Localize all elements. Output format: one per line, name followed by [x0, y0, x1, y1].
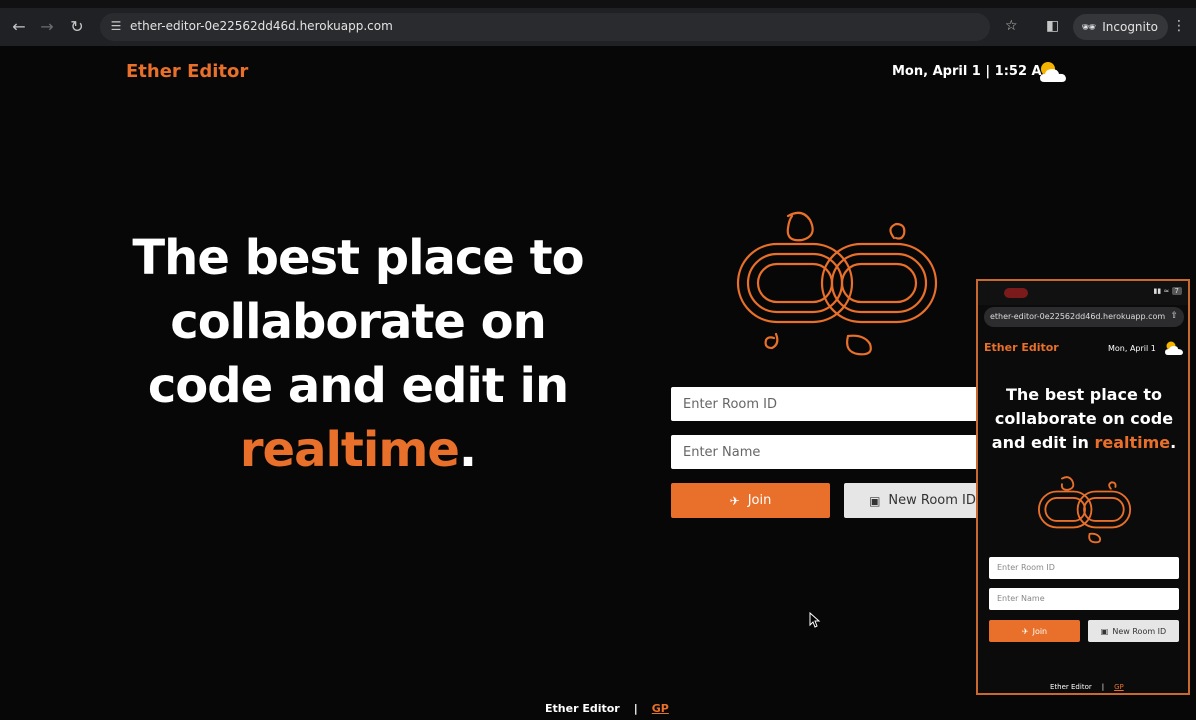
weather-partly-cloudy-icon: [1040, 62, 1066, 82]
phone-status-bar: ▮▮ ≈ 7: [978, 281, 1188, 305]
page-footer: Ether Editor | GP: [545, 702, 669, 715]
address-url[interactable]: ether-editor-0e22562dd46d.herokuapp.com: [130, 19, 393, 33]
phone-headline-line-3: and edit in realtime.: [984, 431, 1184, 455]
phone-footer-brand: Ether Editor: [1050, 683, 1092, 691]
phone-weather-icon: [1165, 341, 1183, 355]
new-room-label: New Room ID: [888, 493, 976, 508]
hero-line-3: code and edit in: [147, 358, 569, 414]
join-icon: ✈: [729, 493, 740, 508]
incognito-badge[interactable]: 🕶 Incognito: [1073, 14, 1168, 40]
room-id-input[interactable]: [671, 387, 1001, 421]
new-room-icon: ▣: [869, 493, 881, 508]
browser-toolbar: ← → ↻ ☰ ether-editor-0e22562dd46d.heroku…: [0, 0, 1196, 46]
phone-footer-sep: |: [1101, 683, 1105, 691]
join-label: Join: [747, 493, 772, 508]
phone-footer: Ether Editor | GP: [1050, 683, 1124, 691]
hero-punct: .: [458, 422, 477, 478]
phone-headline-line-3-text: and edit in: [991, 433, 1089, 452]
phone-date: Mon, April 1: [1108, 344, 1156, 353]
incognito-label: Incognito: [1102, 20, 1158, 34]
phone-join-button[interactable]: ✈ Join: [989, 620, 1080, 642]
phone-highlight: realtime: [1094, 433, 1171, 452]
signal-icon: ▮▮: [1153, 287, 1162, 295]
battery-level: 7: [1171, 287, 1182, 295]
phone-join-icon: ✈: [1021, 626, 1029, 636]
hero-highlight: realtime: [239, 422, 460, 478]
reload-icon[interactable]: ↻: [66, 16, 88, 38]
phone-url[interactable]: ether-editor-0e22562dd46d.herokuapp.com: [990, 312, 1165, 321]
phone-new-room-button[interactable]: ▣ New Room ID: [1088, 620, 1179, 642]
browser-menu-icon[interactable]: ⋮: [1172, 17, 1186, 35]
phone-new-room-icon: ▣: [1100, 626, 1109, 636]
incognito-icon: 🕶: [1081, 20, 1097, 34]
join-button[interactable]: ✈ Join: [671, 483, 830, 518]
footer-gp-link[interactable]: GP: [652, 702, 669, 715]
back-arrow-icon[interactable]: ←: [8, 16, 30, 38]
phone-headline-line-1: The best place to: [1005, 385, 1163, 404]
phone-footer-gp-link[interactable]: GP: [1114, 683, 1124, 691]
site-settings-icon[interactable]: ☰: [108, 18, 124, 34]
phone-status-icons: ▮▮ ≈ 7: [1153, 287, 1182, 295]
phone-punct: .: [1170, 433, 1177, 452]
bookmark-star-icon[interactable]: ☆: [1005, 17, 1018, 35]
phone-chain-logo: [1038, 476, 1132, 544]
footer-separator: |: [633, 702, 638, 715]
phone-brand[interactable]: Ether Editor: [984, 341, 1059, 354]
phone-headline-line-2: collaborate on code: [994, 409, 1174, 428]
wifi-icon: ≈: [1163, 287, 1170, 295]
recording-indicator: [1004, 288, 1028, 298]
chain-link-logo: [736, 211, 938, 356]
mobile-preview: ▮▮ ≈ 7 ether-editor-0e22562dd46d.herokua…: [976, 279, 1190, 695]
hero-line-2: collaborate on: [170, 294, 546, 350]
forward-arrow-icon[interactable]: →: [36, 16, 58, 38]
phone-join-label: Join: [1032, 626, 1048, 636]
footer-brand: Ether Editor: [545, 702, 620, 715]
phone-new-room-label: New Room ID: [1112, 626, 1167, 636]
hero-headline: The best place to collaborate on code an…: [118, 226, 598, 482]
address-bar[interactable]: ☰ ether-editor-0e22562dd46d.herokuapp.co…: [100, 13, 990, 41]
datetime-display: Mon, April 1 | 1:52 AM: [892, 64, 1055, 79]
side-panel-icon[interactable]: ◧: [1046, 17, 1059, 35]
hero-line-4: realtime.: [118, 418, 598, 482]
phone-address-bar[interactable]: ether-editor-0e22562dd46d.herokuapp.com …: [984, 307, 1184, 327]
site-brand[interactable]: Ether Editor: [126, 61, 248, 82]
phone-name-input[interactable]: Enter Name: [989, 588, 1179, 610]
name-input[interactable]: [671, 435, 1001, 469]
phone-headline: The best place to collaborate on code an…: [984, 383, 1184, 455]
share-icon[interactable]: ⇧: [1170, 311, 1178, 321]
mouse-cursor-icon: [809, 612, 821, 628]
phone-room-id-input[interactable]: Enter Room ID: [989, 557, 1179, 579]
tab-strip: [0, 0, 1196, 8]
hero-line-1: The best place to: [132, 230, 584, 286]
